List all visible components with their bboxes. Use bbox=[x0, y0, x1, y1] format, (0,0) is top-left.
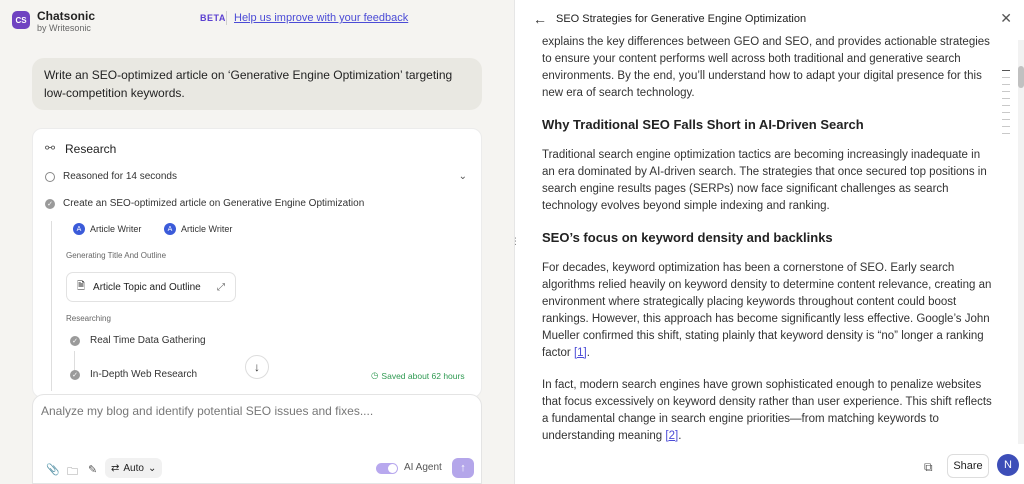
clock-icon: ◷ bbox=[371, 370, 379, 380]
research-step: ✓ Real Time Data Gathering bbox=[70, 335, 206, 346]
citation-link[interactable]: [1] bbox=[574, 347, 587, 359]
check-icon: ✓ bbox=[70, 335, 80, 346]
share-button[interactable]: Share bbox=[947, 454, 989, 478]
article-heading: SEO’s focus on keyword density and backl… bbox=[542, 230, 833, 245]
ai-agent-toggle[interactable] bbox=[376, 463, 398, 474]
chat-pane: CS Chatsonic by Writesonic BETA Help us … bbox=[0, 0, 514, 484]
user-message: Write an SEO-optimized article on ‘Gener… bbox=[32, 58, 482, 110]
task-text: Create an SEO-optimized article on Gener… bbox=[63, 198, 365, 209]
research-title: Research bbox=[65, 142, 117, 156]
saved-badge: ◷ Saved about 62 hours bbox=[371, 370, 465, 381]
article-title: SEO Strategies for Generative Engine Opt… bbox=[556, 13, 807, 25]
generating-label: Generating Title And Outline bbox=[66, 251, 167, 260]
beta-badge: BETA bbox=[200, 13, 226, 23]
article-paragraph: For decades, keyword optimization has be… bbox=[542, 262, 992, 359]
task-row: ✓ Create an SEO-optimized article on Gen… bbox=[45, 198, 364, 209]
article-topic-card[interactable]: 🗎 Article Topic and Outline ⤢ bbox=[66, 272, 236, 302]
auto-label: Auto bbox=[123, 462, 144, 474]
attach-icon[interactable]: 📎 bbox=[46, 463, 60, 476]
scrollbar-thumb[interactable] bbox=[1018, 66, 1024, 88]
article-paragraph: In fact, modern search engines have grow… bbox=[542, 379, 992, 442]
scrollbar[interactable] bbox=[1018, 40, 1024, 444]
agent-label: Article Writer bbox=[181, 224, 233, 234]
article-body: explains the key differences between GEO… bbox=[542, 34, 994, 444]
document-icon: 🗎 bbox=[77, 280, 86, 292]
article-writer-icon: A bbox=[73, 223, 85, 235]
article-footer: ⧉ Share N bbox=[515, 450, 1024, 484]
check-icon: ✓ bbox=[45, 198, 55, 209]
paragraph-text: In fact, modern search engines have grow… bbox=[542, 379, 992, 442]
expand-icon[interactable]: ⤢ bbox=[217, 282, 225, 293]
researching-label: Researching bbox=[66, 314, 111, 323]
check-icon: ✓ bbox=[70, 369, 80, 380]
brush-icon[interactable]: ✎ bbox=[88, 463, 97, 476]
timeline-line bbox=[51, 221, 52, 391]
agent-chip: A Article Writer bbox=[164, 223, 232, 235]
brand-name: Chatsonic bbox=[37, 9, 96, 23]
back-arrow-icon[interactable]: ← bbox=[533, 11, 547, 27]
step-label: Real Time Data Gathering bbox=[90, 335, 206, 346]
copy-icon[interactable]: ⧉ bbox=[924, 460, 933, 475]
research-icon: ⚯ bbox=[45, 141, 56, 155]
close-icon[interactable]: ✕ bbox=[1000, 10, 1012, 27]
avatar[interactable]: N bbox=[997, 454, 1019, 476]
resize-handle[interactable]: ⋮ bbox=[511, 236, 520, 247]
shuffle-icon: ⇄ bbox=[111, 462, 120, 474]
message-composer[interactable]: Analyze my blog and identify potential S… bbox=[32, 394, 482, 484]
feedback-link[interactable]: Help us improve with your feedback bbox=[234, 12, 408, 24]
folder-icon[interactable]: 🗀 bbox=[67, 463, 78, 482]
article-paragraph: Traditional search engine optimization t… bbox=[542, 149, 987, 212]
step-label: In-Depth Web Research bbox=[90, 369, 198, 380]
scroll-down-button[interactable]: ↓ bbox=[245, 355, 269, 379]
reasoned-text: Reasoned for 14 seconds bbox=[63, 171, 177, 182]
agent-label: Article Writer bbox=[90, 224, 142, 234]
composer-placeholder[interactable]: Analyze my blog and identify potential S… bbox=[41, 404, 373, 418]
research-step: ✓ In-Depth Web Research bbox=[70, 369, 197, 380]
topic-label: Article Topic and Outline bbox=[93, 281, 201, 293]
reasoned-row[interactable]: Reasoned for 14 seconds bbox=[45, 171, 177, 182]
chatsonic-logo[interactable]: CS bbox=[12, 11, 30, 29]
lightbulb-icon bbox=[45, 171, 55, 182]
article-paragraph: explains the key differences between GEO… bbox=[542, 36, 990, 99]
step-connector bbox=[74, 351, 75, 371]
chevron-down-icon[interactable]: ⌄ bbox=[459, 171, 467, 182]
article-heading: Why Traditional SEO Falls Short in AI-Dr… bbox=[542, 117, 864, 132]
chevron-down-icon: ⌄ bbox=[147, 462, 157, 474]
outline-navigator[interactable] bbox=[1002, 70, 1010, 140]
send-button[interactable]: ↑ bbox=[452, 458, 474, 478]
article-pane: ← SEO Strategies for Generative Engine O… bbox=[511, 0, 1024, 484]
paragraph-text: For decades, keyword optimization has be… bbox=[542, 262, 992, 359]
brand-subtitle: by Writesonic bbox=[37, 23, 91, 33]
header-divider bbox=[226, 11, 227, 25]
citation-link[interactable]: [2] bbox=[665, 430, 678, 442]
saved-text: Saved about 62 hours bbox=[381, 370, 465, 381]
agent-chip: A Article Writer bbox=[73, 223, 141, 235]
auto-mode-button[interactable]: ⇄ Auto ⌄ bbox=[105, 458, 163, 478]
article-writer-icon: A bbox=[164, 223, 176, 235]
ai-agent-label: AI Agent bbox=[404, 462, 442, 473]
